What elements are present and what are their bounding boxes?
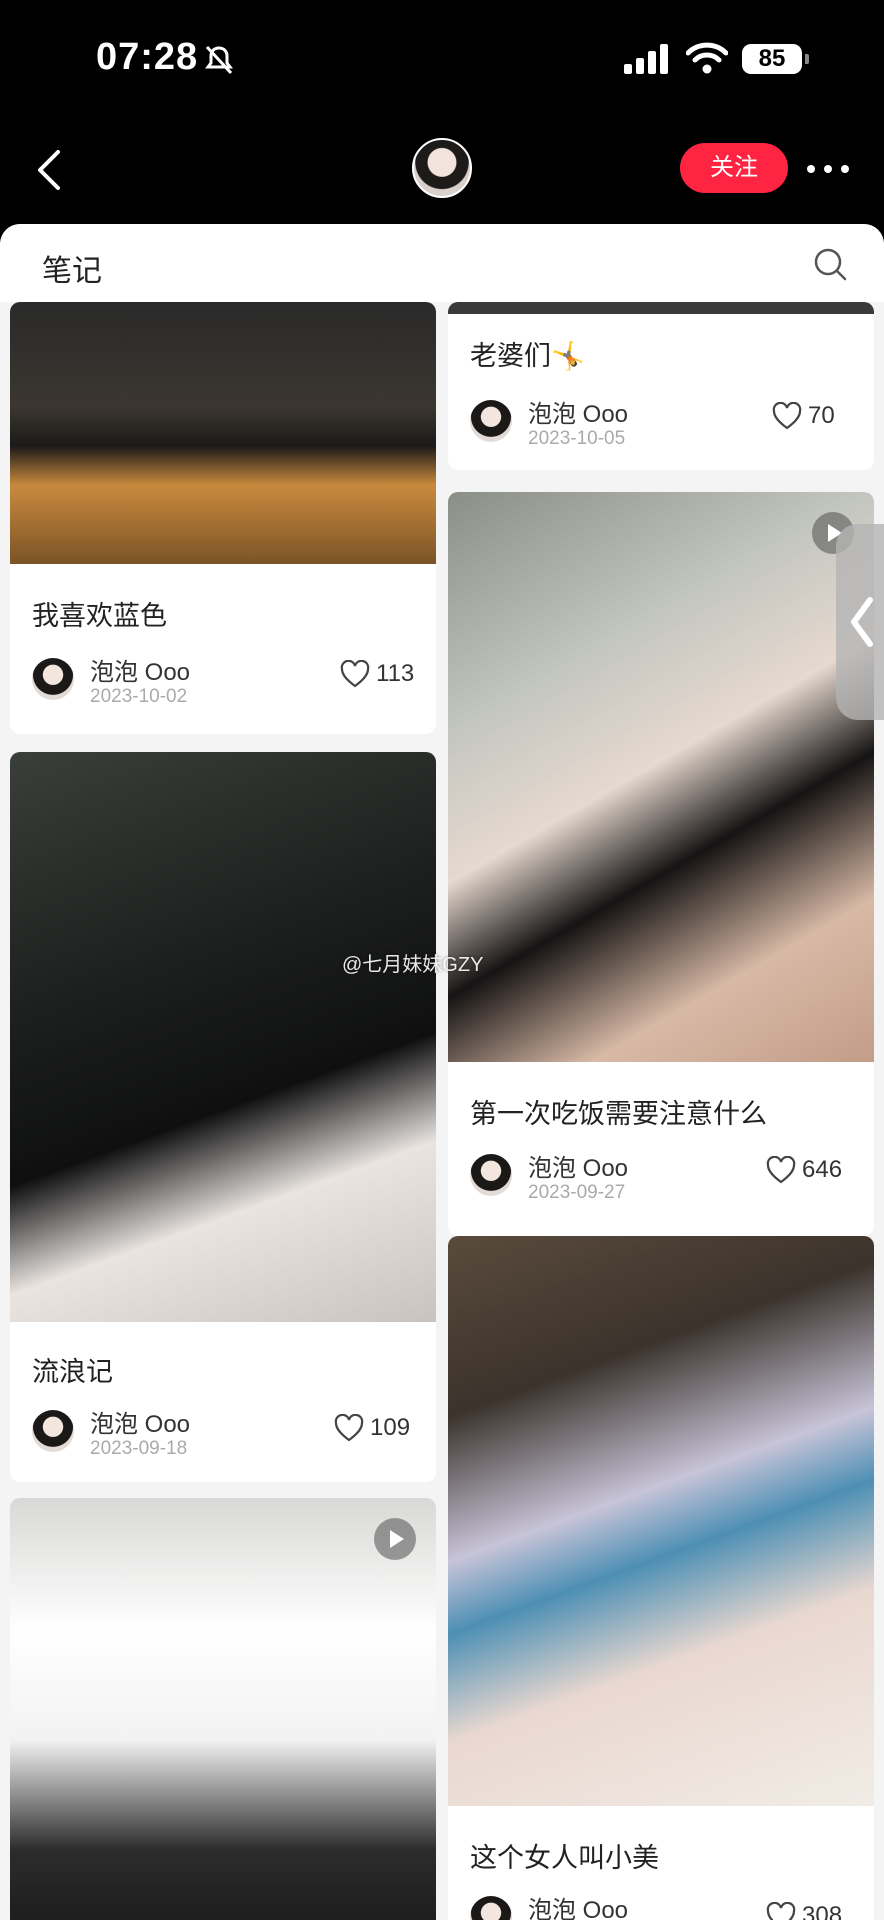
author-name: 泡泡 Ooo	[528, 401, 629, 428]
author-name: 泡泡 Ooo	[528, 1155, 629, 1182]
wifi-icon	[686, 42, 728, 74]
status-bar: 07:28 85	[0, 0, 884, 120]
note-title: 流浪记	[32, 1357, 113, 1387]
note-cover-image	[448, 492, 874, 1062]
note-title: 老婆们🤸	[470, 341, 585, 371]
back-arrow-icon[interactable]	[30, 146, 70, 194]
like-count: 113	[376, 660, 415, 687]
note-cover-image	[448, 302, 874, 314]
follow-button[interactable]: 关注	[680, 143, 788, 193]
note-cover-image	[10, 1498, 436, 1920]
note-title: 第一次吃饭需要注意什么	[470, 1099, 767, 1129]
search-icon[interactable]	[812, 246, 848, 282]
author-avatar	[470, 1896, 512, 1920]
heart-icon[interactable]	[766, 1156, 796, 1184]
note-card[interactable]: 流浪记 泡泡 Ooo 2023-09-18 109	[10, 752, 436, 1482]
chevron-left-icon	[851, 597, 873, 647]
author-avatar	[470, 400, 512, 442]
heart-icon[interactable]	[340, 660, 370, 688]
like-count: 308	[802, 1902, 843, 1920]
note-title: 这个女人叫小美	[470, 1843, 659, 1873]
status-time: 07:28	[96, 36, 199, 78]
note-date: 2023-10-05	[528, 428, 626, 449]
side-drawer-handle[interactable]	[836, 524, 884, 720]
sheet-header: 笔记	[0, 224, 884, 302]
like-count: 646	[802, 1156, 843, 1183]
battery-indicator: 85	[742, 44, 809, 74]
section-title: 笔记	[42, 255, 102, 288]
note-date: 2023-10-02	[90, 686, 188, 707]
heart-icon[interactable]	[766, 1902, 796, 1920]
author-avatar	[32, 1410, 74, 1452]
note-card[interactable]	[10, 1498, 436, 1920]
author-name: 泡泡 Ooo	[528, 1897, 629, 1920]
video-play-icon	[374, 1518, 416, 1560]
note-card[interactable]: 第一次吃饭需要注意什么 泡泡 Ooo 2023-09-27 646	[448, 492, 874, 1236]
note-card[interactable]: 这个女人叫小美 泡泡 Ooo 308	[448, 1236, 874, 1920]
note-date: 2023-09-27	[528, 1182, 626, 1203]
note-date: 2023-09-18	[90, 1438, 188, 1459]
top-nav: 关注	[0, 120, 884, 224]
author-avatar	[470, 1154, 512, 1196]
author-name: 泡泡 Ooo	[90, 1411, 191, 1438]
profile-avatar[interactable]	[412, 138, 472, 198]
note-cover-image	[10, 752, 436, 1322]
like-count: 109	[370, 1414, 411, 1441]
note-cover-image	[10, 302, 436, 564]
author-name: 泡泡 Ooo	[90, 659, 191, 686]
like-count: 70	[808, 402, 835, 429]
author-avatar	[32, 658, 74, 700]
watermark-text: @七月妹妹GZY	[342, 954, 484, 976]
note-card[interactable]: 老婆们🤸 泡泡 Ooo 2023-10-05 70	[448, 302, 874, 470]
more-options-icon[interactable]	[806, 164, 850, 174]
signal-icon	[624, 44, 668, 74]
notes-sheet: 笔记 我喜欢蓝色 泡泡 Ooo 2023-10-02 113 流浪记 泡泡 Oo…	[0, 224, 884, 1920]
note-title: 我喜欢蓝色	[32, 601, 167, 631]
heart-icon[interactable]	[772, 402, 802, 430]
heart-icon[interactable]	[334, 1414, 364, 1442]
muted-bell-icon	[205, 45, 233, 75]
note-cover-image	[448, 1236, 874, 1806]
note-card[interactable]: 我喜欢蓝色 泡泡 Ooo 2023-10-02 113	[10, 302, 436, 734]
